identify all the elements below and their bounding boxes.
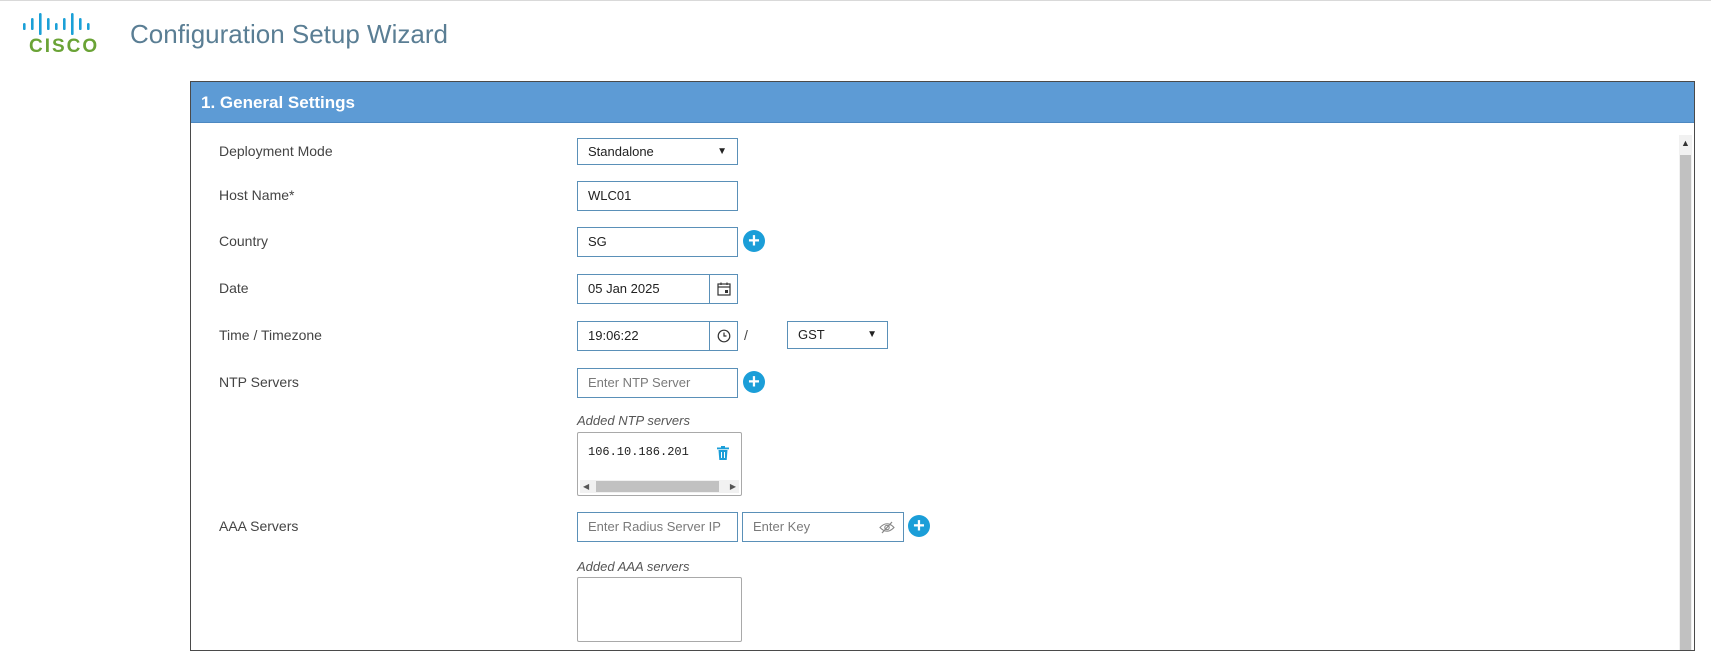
page-title: Configuration Setup Wizard [130,19,448,49]
vertical-scrollbar[interactable]: ▲ [1679,135,1692,650]
add-country-icon[interactable]: + [743,230,765,252]
ntp-servers-label: NTP Servers [219,374,299,390]
scrollbar-thumb[interactable] [1680,155,1691,650]
country-label: Country [219,233,269,249]
host-name-label: Host Name* [219,187,295,203]
ntp-server-input[interactable]: Enter NTP Server [577,368,738,398]
panel-header: 1. General Settings [191,82,1694,123]
added-ntp-servers-label: Added NTP servers [577,413,690,428]
time-value: 19:06:22 [588,328,639,343]
aaa-key-placeholder: Enter Key [753,519,811,534]
date-input[interactable]: 05 Jan 2025 [577,274,738,304]
top-border [0,0,1711,3]
chevron-down-icon: ▼ [717,146,727,157]
scroll-right-arrow-icon[interactable]: ▶ [730,480,736,493]
clock-button[interactable] [709,321,738,351]
deployment-mode-label: Deployment Mode [219,143,333,159]
cisco-logo-text: CISCO [29,36,100,57]
scroll-left-arrow-icon[interactable]: ◀ [583,480,589,493]
scroll-up-arrow-icon[interactable]: ▲ [1679,135,1692,151]
ntp-server-entry: 106.10.186.201 [588,445,689,459]
deployment-mode-value: Standalone [588,144,654,159]
add-aaa-server-icon[interactable]: + [908,515,930,537]
time-input[interactable]: 19:06:22 [577,321,738,351]
aaa-servers-list[interactable] [577,577,742,642]
host-name-value: WLC01 [588,188,632,203]
radius-server-ip-placeholder: Enter Radius Server IP [588,519,721,534]
country-value: SG [588,234,607,249]
timezone-separator: / [744,327,748,343]
host-name-input[interactable]: WLC01 [577,181,738,211]
calendar-icon [716,282,731,296]
aaa-key-input[interactable]: Enter Key [742,512,904,542]
calendar-button[interactable] [709,274,738,304]
added-aaa-servers-label: Added AAA servers [577,559,690,574]
country-input[interactable]: SG [577,227,738,257]
clock-icon [717,329,730,343]
eye-slash-icon[interactable] [879,521,895,534]
horizontal-scrollbar-thumb[interactable] [596,481,719,492]
deployment-mode-select[interactable]: Standalone ▼ [577,138,738,165]
timezone-select[interactable]: GST ▼ [787,321,888,349]
time-timezone-label: Time / Timezone [219,327,322,343]
general-settings-panel: 1. General Settings ▲ Deployment Mode St… [190,81,1695,651]
ntp-servers-list[interactable]: 106.10.186.201 ◀ ▶ [577,432,742,496]
timezone-value: GST [798,327,825,342]
aaa-servers-label: AAA Servers [219,518,299,534]
date-value: 05 Jan 2025 [588,281,660,296]
add-ntp-server-icon[interactable]: + [743,371,765,393]
horizontal-scrollbar[interactable]: ◀ ▶ [580,480,739,493]
date-label: Date [219,280,249,296]
radius-server-ip-input[interactable]: Enter Radius Server IP [577,512,738,542]
trash-icon[interactable] [717,446,729,460]
chevron-down-icon: ▼ [867,329,877,340]
ntp-server-placeholder: Enter NTP Server [588,375,691,390]
